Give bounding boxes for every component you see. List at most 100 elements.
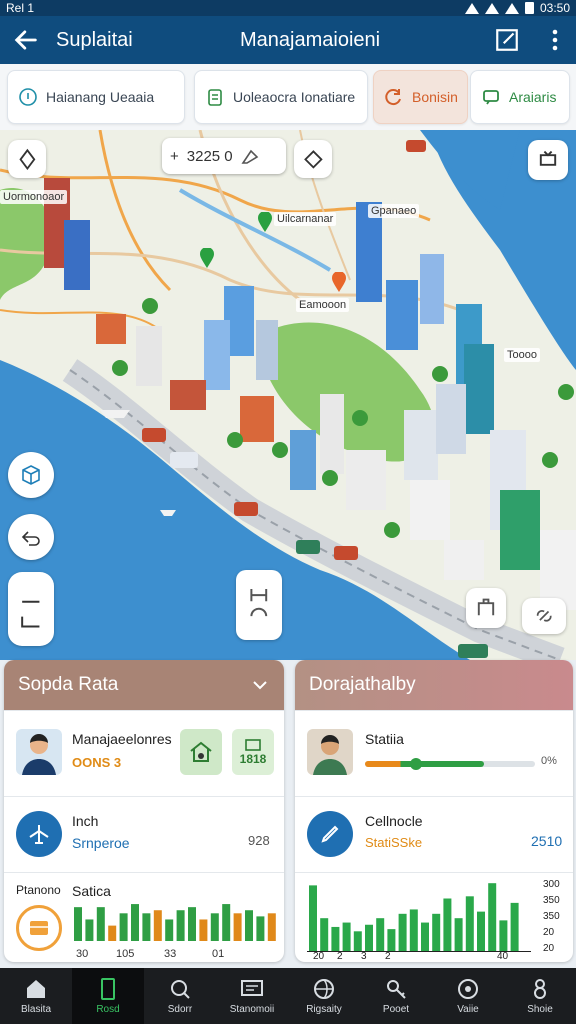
- info-icon: [19, 88, 37, 106]
- map-illustration: [0, 130, 576, 660]
- bar: [510, 902, 519, 951]
- home-tile[interactable]: [180, 729, 222, 775]
- nav-item-more[interactable]: Shoie: [504, 968, 576, 1024]
- measure-button[interactable]: [8, 572, 54, 646]
- bar: [454, 918, 463, 951]
- nav-item-screen[interactable]: Stanomoii: [216, 968, 288, 1024]
- progress-fill: [365, 761, 484, 767]
- bar: [365, 924, 373, 951]
- edit-badge: [307, 811, 353, 857]
- layers-button[interactable]: [294, 140, 332, 178]
- bottom-nav: Blasita Rosd Sdorr Stanomoii Rigsaity Po…: [0, 968, 576, 1024]
- back-arrow-icon[interactable]: [12, 26, 40, 54]
- pencil-icon: [321, 825, 339, 843]
- x-tick-label: 20: [313, 951, 325, 961]
- x-tick-label: 40: [497, 951, 509, 961]
- value-tile[interactable]: 1818: [232, 729, 274, 775]
- locate-button[interactable]: [8, 140, 46, 178]
- nav-item-home[interactable]: Blasita: [0, 968, 72, 1024]
- nav-item-target[interactable]: Vaiie: [432, 968, 504, 1024]
- bar: [176, 910, 185, 941]
- home-icon: [27, 980, 45, 998]
- map-label: Gpanaeo: [368, 204, 420, 218]
- list-item[interactable]: Manajaeelonres OONS 3 1818: [4, 710, 284, 796]
- nav-item-search[interactable]: Sdorr: [144, 968, 216, 1024]
- item-name: Manajaeelonres: [72, 731, 172, 747]
- export-button[interactable]: [466, 588, 506, 628]
- zoom-control[interactable]: + 3225 0: [162, 138, 286, 174]
- right-bar-chart: 20 2 3 2 40 300 350 350 20 20: [307, 879, 560, 961]
- chip-bonisin[interactable]: Bonisin: [373, 70, 468, 124]
- bar: [210, 913, 219, 941]
- map-label: Toooo: [504, 348, 540, 362]
- more-vert-icon[interactable]: [545, 27, 565, 53]
- list-item[interactable]: Cellnocle StatiSSke 2510: [295, 796, 573, 872]
- bar: [85, 919, 94, 941]
- zoom-value: 3225 0: [186, 147, 233, 165]
- draw-icon[interactable]: [241, 147, 263, 165]
- ruler-icon: [21, 600, 40, 628]
- chevron-down-icon[interactable]: [252, 677, 268, 693]
- tools-icon: [250, 588, 268, 617]
- eight-icon: [534, 979, 546, 999]
- bar: [465, 896, 474, 951]
- map-settings-button[interactable]: [528, 140, 568, 180]
- map-pin-icon[interactable]: [200, 248, 214, 268]
- bar: [119, 913, 128, 941]
- fullscreen-button[interactable]: [522, 598, 566, 634]
- progress-knob[interactable]: [410, 758, 422, 770]
- route-back-button[interactable]: [8, 514, 54, 560]
- city-map[interactable]: + 3225 0 Uormonoaor Uilcarnanar Eamooon …: [0, 130, 576, 660]
- map-pin-icon[interactable]: [332, 272, 346, 292]
- y-tick-label: 20: [543, 943, 555, 954]
- panel-title: Sopda Rata: [18, 674, 119, 695]
- progress-track: [365, 758, 535, 770]
- bar: [199, 919, 208, 941]
- item-label: Ptanono: [16, 883, 61, 897]
- y-tick-label: 300: [543, 879, 560, 890]
- nav-label: Vaiie: [457, 1004, 479, 1015]
- progress-percent: 0%: [541, 755, 557, 767]
- x-tick-label: 105: [116, 948, 134, 960]
- bar: [131, 904, 139, 941]
- map-tools-button[interactable]: [236, 570, 282, 640]
- edit-icon[interactable]: [494, 27, 520, 53]
- box-icon: [245, 739, 261, 751]
- bar: [432, 913, 441, 951]
- bar: [267, 913, 276, 941]
- storage-badge: [16, 905, 62, 951]
- 3d-view-button[interactable]: [8, 452, 54, 498]
- bar: [353, 931, 362, 951]
- y-tick-label: 350: [543, 895, 560, 906]
- list-item[interactable]: Inch Srnperoe 928: [4, 796, 284, 872]
- bar: [222, 904, 231, 941]
- status-bar: Rel 1 03:50: [0, 0, 576, 16]
- nav-label: Stanomoii: [229, 1004, 275, 1015]
- bar: [320, 918, 329, 951]
- panel-header[interactable]: Sopda Rata: [4, 660, 284, 710]
- carrier-text: Rel 1: [6, 1, 35, 15]
- bar: [74, 907, 82, 941]
- chip-analytics[interactable]: Araiaris: [470, 70, 570, 124]
- panel-header[interactable]: Dorajathalby: [295, 660, 573, 710]
- chip-overview[interactable]: Haianang Ueaaia: [7, 70, 185, 124]
- list-item[interactable]: Statiia 0%: [295, 710, 573, 796]
- nav-label: Blasita: [20, 1004, 51, 1015]
- battery-icon: [524, 2, 534, 14]
- map-label: Eamooon: [296, 298, 350, 312]
- bar: [153, 910, 162, 941]
- zoom-in-icon[interactable]: +: [170, 148, 179, 165]
- right-data-panel: Dorajathalby Statiia 0% Cellnocle StatiS…: [295, 660, 573, 962]
- map-pin-icon[interactable]: [258, 212, 272, 232]
- filter-chip-row: Haianang Ueaaia Uoleaocra Ionatiare Boni…: [0, 64, 576, 130]
- bar: [387, 929, 396, 951]
- item-value: 928: [248, 833, 270, 848]
- avatar: [307, 729, 353, 775]
- clock-text: 03:50: [539, 1, 570, 15]
- nav-item-road[interactable]: Rosd: [72, 968, 144, 1024]
- nav-item-globe[interactable]: Rigsaity: [288, 968, 360, 1024]
- nav-item-key[interactable]: Pooet: [360, 968, 432, 1024]
- chip-locations[interactable]: Uoleaocra Ionatiare: [194, 70, 368, 124]
- layers-icon: [303, 149, 323, 169]
- chip-label: Araiaris: [509, 89, 557, 105]
